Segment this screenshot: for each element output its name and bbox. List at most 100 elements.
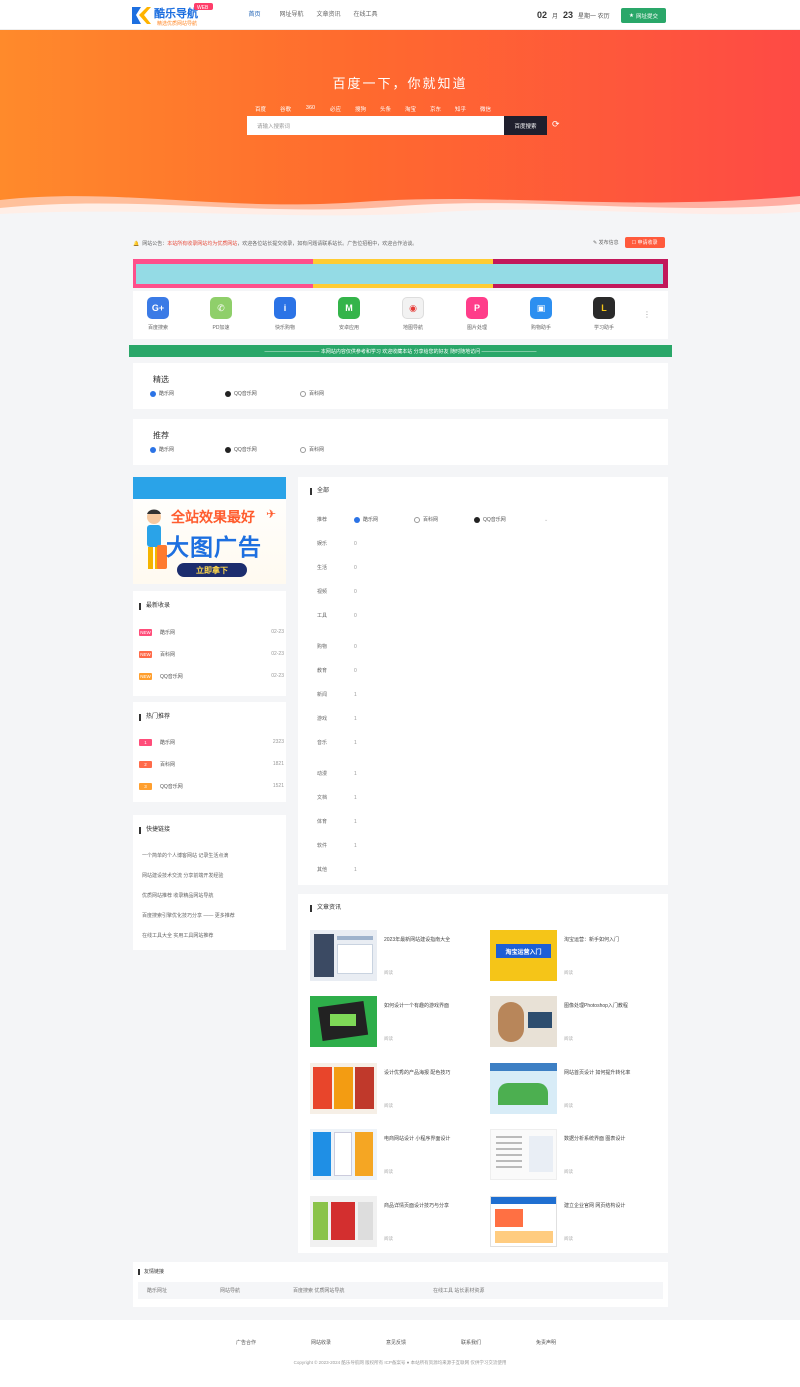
- app-item[interactable]: ▣ 购物助手: [516, 297, 566, 331]
- nav-tools[interactable]: 在线工具: [347, 9, 384, 21]
- friend-link[interactable]: 网站导航: [211, 1287, 284, 1294]
- more-icon[interactable]: ⋮: [643, 310, 651, 319]
- submit-site-button[interactable]: ★ 网址提交: [621, 8, 666, 23]
- article-item[interactable]: 图像处理Photoshop入门教程 阅读: [490, 996, 660, 1048]
- ad-banner[interactable]: [133, 259, 668, 288]
- engine-tab[interactable]: 淘宝: [398, 105, 423, 113]
- engine-tab[interactable]: 谷歌: [273, 105, 298, 113]
- filter-row[interactable]: 视频 0: [317, 588, 357, 596]
- notice-actions: ✎ 发布信息 ☐ 申请收录: [593, 237, 665, 248]
- notice-highlight[interactable]: 本站所有收录网站均为优质网站: [167, 240, 237, 247]
- filter-row[interactable]: 其他 1: [317, 866, 357, 874]
- app-item[interactable]: ✆ PD加速: [196, 297, 246, 331]
- app-item[interactable]: i 快乐购物: [260, 297, 310, 331]
- filter-row[interactable]: 娱乐 0: [317, 540, 357, 548]
- app-item[interactable]: L 学习助手: [579, 297, 629, 331]
- quick-link[interactable]: 网站建设技术交流 分享前端开发经验: [142, 872, 223, 879]
- site-link[interactable]: 酷乐网: [150, 390, 225, 397]
- engine-tab[interactable]: 微信: [473, 105, 498, 113]
- filter-row[interactable]: 音乐 1: [317, 739, 357, 747]
- apply-button[interactable]: ☐ 申请收录: [624, 237, 665, 248]
- app-label: 快乐购物: [274, 325, 295, 331]
- filter-row[interactable]: 文档 1: [317, 794, 357, 802]
- article-meta: 阅读: [564, 1036, 573, 1041]
- site-name: 酷乐网: [159, 447, 175, 453]
- site-name: 酷乐网: [363, 517, 379, 523]
- quick-link[interactable]: 一个简单的个人博客网站 记录生活点滴: [142, 852, 228, 859]
- footer-link[interactable]: 联系我们: [461, 1339, 536, 1346]
- filter-row[interactable]: 工具 0: [317, 612, 357, 620]
- app-item[interactable]: P 图片处理: [452, 297, 502, 331]
- site-link[interactable]: 百科网: [300, 390, 375, 397]
- nav-sites[interactable]: 网址导航: [273, 9, 310, 21]
- search-button[interactable]: 百度搜索: [504, 116, 547, 135]
- article-item[interactable]: 淘宝运营入门 淘宝运营：新手如何入门 阅读: [490, 930, 660, 982]
- friend-link[interactable]: 在线工具 站长素材资源: [424, 1287, 564, 1294]
- app-label: 地图导航: [402, 325, 423, 331]
- filter-row[interactable]: 教育 0: [317, 667, 357, 675]
- article-item[interactable]: 设计优秀的产品海报 配色技巧 阅读: [310, 1063, 480, 1115]
- list-item[interactable]: NEW 酷乐网 02-23: [139, 627, 284, 637]
- search-input[interactable]: 请输入搜索词: [247, 116, 504, 135]
- filter-row[interactable]: 体育 1: [317, 818, 357, 826]
- filter-row[interactable]: 生活 0: [317, 564, 357, 572]
- engine-tab[interactable]: 知乎: [448, 105, 473, 113]
- site-link[interactable]: 酷乐网: [354, 516, 414, 523]
- article-item[interactable]: 网站首页设计 如何提升转化率 阅读: [490, 1063, 660, 1115]
- quick-link[interactable]: 百度搜索引擎优化技巧分享 —— 更多推荐: [142, 912, 235, 919]
- filter-row[interactable]: 游戏 1: [317, 715, 357, 723]
- filter-row[interactable]: 新闻 1: [317, 691, 357, 699]
- list-item[interactable]: 2 百科网 1821: [139, 759, 284, 769]
- list-item[interactable]: 3 QQ音乐网 1521: [139, 781, 284, 791]
- friend-link[interactable]: 酷乐网址: [138, 1287, 211, 1294]
- article-thumbnail: [310, 1129, 377, 1180]
- nav-articles[interactable]: 文章资讯: [310, 9, 347, 21]
- quick-link[interactable]: 在线工具大全 实用工具网站推荐: [142, 932, 213, 939]
- filter-row[interactable]: 动漫 1: [317, 770, 357, 778]
- list-item[interactable]: 1 酷乐网 2323: [139, 737, 284, 747]
- friend-link[interactable]: 百度搜索 优质网站导航: [284, 1287, 424, 1294]
- app-item[interactable]: M 安卓应用: [324, 297, 374, 331]
- quick-link[interactable]: 优质网站推荐 收录精品网站导航: [142, 892, 213, 899]
- filter-row[interactable]: 软件 1: [317, 842, 357, 850]
- list-item[interactable]: NEW QQ音乐网 02-23: [139, 671, 284, 681]
- site-link[interactable]: 百科网: [300, 446, 375, 453]
- engine-tab[interactable]: 360: [298, 105, 323, 113]
- site-icon: [474, 516, 480, 523]
- footer-link[interactable]: 网站收录: [311, 1339, 386, 1346]
- engine-tab[interactable]: 百度: [248, 105, 273, 113]
- site-logo[interactable]: 酷乐导航 WEB 精选优质网站导航: [130, 2, 220, 28]
- site-link[interactable]: QQ音乐网: [225, 446, 300, 453]
- filter-row[interactable]: 购物 0: [317, 643, 357, 651]
- post-info-link[interactable]: ✎ 发布信息: [593, 239, 619, 246]
- article-item[interactable]: 2023年最新网站建设指南大全 阅读: [310, 930, 480, 982]
- ad-cta-button[interactable]: 立即拿下: [177, 563, 247, 577]
- engine-tab[interactable]: 搜狗: [348, 105, 373, 113]
- footer-link[interactable]: 免责声明: [536, 1339, 611, 1346]
- engine-tab[interactable]: 头条: [373, 105, 398, 113]
- more-icon[interactable]: ⌄: [544, 517, 548, 523]
- filter-label: 娱乐: [317, 541, 328, 547]
- engine-tab[interactable]: 必应: [323, 105, 348, 113]
- side-ad[interactable]: 全站效果最好 大图广告 立即拿下 ✈: [133, 477, 286, 584]
- app-item[interactable]: G+ 百度搜索: [133, 297, 183, 331]
- nav-home[interactable]: 首页: [236, 9, 273, 21]
- site-link[interactable]: 酷乐网: [150, 446, 225, 453]
- app-icon: i: [274, 297, 296, 319]
- article-item[interactable]: 如何设计一个有趣的游戏界面 阅读: [310, 996, 480, 1048]
- hero-search: 百度一下，你就知道 百度 谷歌 360 必应 搜狗 头条 淘宝 京东 知乎 微信…: [0, 30, 800, 222]
- engine-tab[interactable]: 京东: [423, 105, 448, 113]
- footer-link[interactable]: 意见反馈: [386, 1339, 461, 1346]
- site-link[interactable]: QQ音乐网: [225, 390, 300, 397]
- article-item[interactable]: 商品详情页面设计技巧与分享 阅读: [310, 1196, 480, 1248]
- article-item[interactable]: 建立企业官网 网页结构设计 阅读: [490, 1196, 660, 1248]
- refresh-icon[interactable]: ⟳: [552, 120, 561, 129]
- article-item[interactable]: 电商网站设计 小程序界面设计 阅读: [310, 1129, 480, 1181]
- article-item[interactable]: 数据分析系统界面 图表设计 阅读: [490, 1129, 660, 1181]
- ad-wave: [133, 477, 286, 499]
- site-link[interactable]: 百科网: [414, 516, 474, 523]
- footer-link[interactable]: 广告合作: [236, 1339, 311, 1346]
- site-link[interactable]: QQ音乐网: [474, 516, 544, 523]
- list-item[interactable]: NEW 百科网 02-23: [139, 649, 284, 659]
- app-item[interactable]: ◉ 地图导航: [388, 297, 438, 331]
